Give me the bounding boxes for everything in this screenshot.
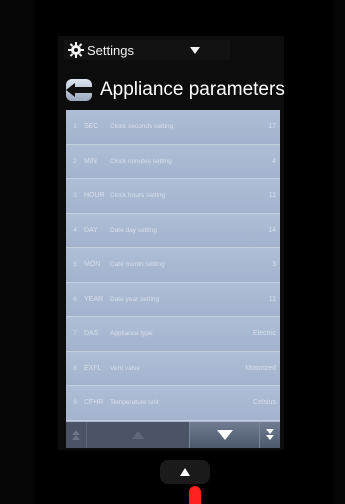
scroll-down-button[interactable]: [189, 422, 260, 448]
row-description: Clock seconds setting: [110, 123, 174, 131]
chevron-down-icon: [190, 46, 200, 54]
home-button[interactable]: [160, 460, 210, 484]
row-code: YEAR: [84, 295, 104, 303]
back-button[interactable]: [66, 79, 92, 101]
pointer-indicator: [189, 486, 201, 504]
row-number: 2: [73, 157, 77, 165]
scroll-up-icon: [131, 431, 144, 439]
row-value: Celsius: [253, 399, 276, 407]
row-code: MON: [84, 261, 101, 269]
row-value: Electric: [253, 330, 276, 338]
parameter-row[interactable]: 1 SEC Clock seconds setting 17: [66, 110, 280, 145]
row-code: MIN: [84, 157, 97, 165]
row-description: Appliance type: [110, 330, 153, 338]
row-description: Date day setting: [110, 226, 157, 234]
row-value: 11: [268, 192, 276, 200]
parameter-row[interactable]: 6 YEAR Date year setting 11: [66, 282, 280, 317]
scroll-top-icon: [71, 430, 80, 440]
scroll-toolbar: [66, 422, 280, 448]
parameter-row[interactable]: 8 EXFL Vent valve Motorized: [66, 351, 280, 386]
row-value: 11: [268, 295, 276, 303]
row-number: 7: [73, 330, 77, 338]
title-bar: Appliance parameters: [66, 76, 285, 104]
row-number: 3: [73, 192, 77, 200]
row-number: 5: [73, 261, 77, 269]
row-number: 6: [73, 295, 77, 303]
parameter-list: 1 SEC Clock seconds setting 17 2 MIN Clo…: [66, 110, 280, 422]
row-description: Date year setting: [110, 295, 160, 303]
row-description: Clock hours setting: [110, 192, 166, 200]
screen: Settings Appliance parameters 1 SEC Cloc…: [58, 36, 285, 450]
row-number: 9: [73, 399, 77, 407]
row-value: 3: [272, 261, 276, 269]
settings-dropdown[interactable]: Settings: [64, 40, 230, 60]
scroll-top-button[interactable]: [66, 422, 86, 448]
dropdown-label: Settings: [87, 42, 134, 58]
row-code: SEC: [84, 123, 99, 131]
row-description: Date month setting: [110, 261, 165, 269]
row-code: HOUR: [84, 192, 105, 200]
gear-icon: [68, 42, 84, 58]
parameter-row[interactable]: 2 MIN Clock minutes setting 4: [66, 144, 280, 179]
parameter-row[interactable]: 4 DAY Date day setting 14: [66, 213, 280, 248]
row-value: Motorized: [245, 364, 276, 372]
page-title: Appliance parameters: [100, 79, 285, 100]
scroll-bottom-button[interactable]: [259, 422, 280, 448]
row-code: DAS: [84, 330, 99, 338]
row-code: DAY: [84, 226, 98, 234]
scroll-up-button[interactable]: [85, 422, 190, 448]
back-arrow-icon: [66, 83, 92, 97]
row-number: 1: [73, 123, 77, 131]
row-value: 17: [268, 123, 276, 131]
row-description: Vent valve: [110, 364, 140, 372]
row-number: 4: [73, 226, 77, 234]
up-arrow-icon: [180, 468, 190, 476]
row-value: 14: [268, 226, 276, 234]
parameter-row[interactable]: 9 CFHR Temperature unit Celsius: [66, 386, 280, 421]
row-code: EXFL: [84, 364, 102, 372]
row-value: 4: [272, 157, 276, 165]
parameter-row[interactable]: 7 DAS Appliance type Electric: [66, 317, 280, 352]
parameter-row[interactable]: 5 MON Date month setting 3: [66, 248, 280, 283]
row-description: Temperature unit: [110, 399, 159, 407]
row-description: Clock minutes setting: [110, 157, 172, 165]
scroll-down-icon: [216, 430, 233, 440]
row-number: 8: [73, 364, 77, 372]
parameter-row[interactable]: 3 HOUR Clock hours setting 11: [66, 179, 280, 214]
row-code: CFHR: [84, 399, 104, 407]
scroll-bottom-icon: [266, 429, 275, 440]
